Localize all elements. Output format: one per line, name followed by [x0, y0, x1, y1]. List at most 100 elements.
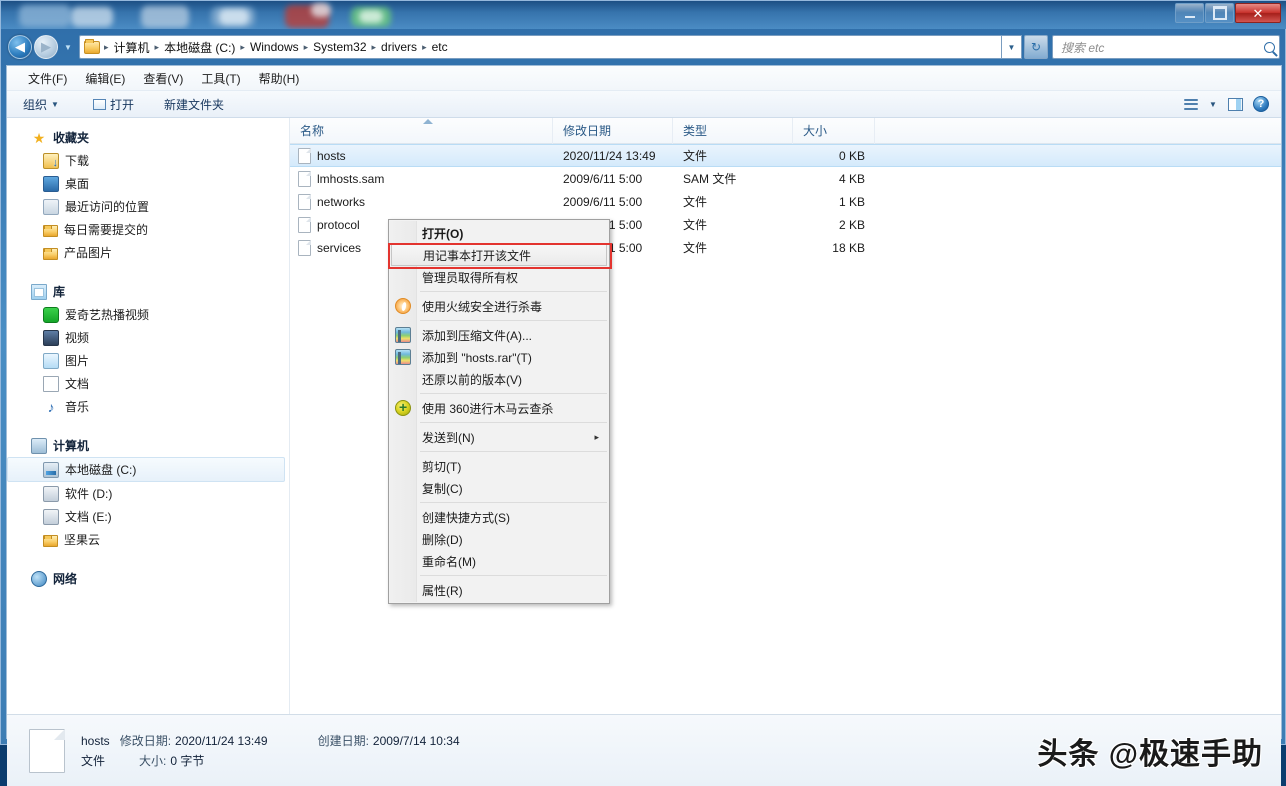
sidebar-root-libraries[interactable]: 库 — [7, 280, 289, 303]
forward-button[interactable]: ▶ — [34, 35, 58, 59]
table-row[interactable]: networks 2009/6/11 5:00 文件 1 KB — [290, 190, 1281, 213]
back-button[interactable]: ◀ — [8, 35, 32, 59]
context-menu-item-delete[interactable]: 删除(D) — [389, 528, 609, 550]
context-menu-item-cut[interactable]: 剪切(T) — [389, 455, 609, 477]
sidebar-root-label: 网络 — [53, 572, 78, 586]
column-header-name[interactable]: 名称 — [290, 117, 553, 144]
breadcrumb-item-drivers[interactable]: drivers — [377, 38, 421, 56]
file-icon — [298, 193, 311, 210]
context-menu-item-restore-previous-versions[interactable]: 还原以前的版本(V) — [389, 368, 609, 390]
file-icon — [298, 216, 311, 233]
breadcrumb-item-system32[interactable]: System32 — [309, 38, 370, 56]
recent-pages-dropdown-icon[interactable]: ▼ — [61, 37, 75, 57]
file-name: lmhosts.sam — [317, 171, 385, 186]
sidebar-root-computer[interactable]: 计算机 — [7, 434, 289, 457]
sidebar-item-desktop[interactable]: 桌面 — [7, 172, 289, 195]
context-menu-item-label: 添加到 "hosts.rar"(T) — [422, 350, 532, 365]
menu-tools[interactable]: 工具(T) — [192, 67, 249, 90]
details-pane: hosts 修改日期: 2020/11/24 13:49 创建日期: 2009/… — [7, 714, 1281, 786]
context-menu-item-copy[interactable]: 复制(C) — [389, 477, 609, 499]
file-icon — [298, 147, 311, 164]
menu-file[interactable]: 文件(F) — [19, 67, 76, 90]
context-menu-separator — [420, 575, 607, 576]
title-bar[interactable] — [1, 1, 1286, 29]
sidebar-item-iqiyi[interactable]: 爱奇艺热播视频 — [7, 303, 289, 326]
breadcrumb-item-etc[interactable]: etc — [428, 38, 452, 56]
file-modified: 2009/6/11 5:00 — [563, 194, 643, 209]
breadcrumb-item-windows[interactable]: Windows — [246, 38, 303, 56]
details-size-value: 0 字节 — [170, 754, 205, 768]
sidebar-item-recent-places[interactable]: 最近访问的位置 — [7, 195, 289, 218]
breadcrumb-item-computer[interactable]: 计算机 — [110, 37, 154, 58]
help-button[interactable]: ? — [1249, 93, 1273, 115]
context-menu-item-take-ownership[interactable]: 管理员取得所有权 — [389, 266, 609, 288]
sidebar-item-videos[interactable]: 视频 — [7, 326, 289, 349]
column-header-modified[interactable]: 修改日期 — [553, 117, 673, 144]
winrar-icon — [395, 349, 411, 365]
chevron-right-icon: ▸ — [594, 431, 599, 442]
sidebar-item-documents[interactable]: 文档 — [7, 372, 289, 395]
context-menu-item-add-to-archive[interactable]: 添加到压缩文件(A)... — [389, 324, 609, 346]
context-menu-item-create-shortcut[interactable]: 创建快捷方式(S) — [389, 506, 609, 528]
menu-view[interactable]: 查看(V) — [134, 67, 192, 90]
preview-pane-button[interactable] — [1223, 93, 1247, 115]
table-row[interactable]: hosts 2020/11/24 13:49 文件 0 KB — [290, 144, 1281, 167]
context-menu-item-360-scan[interactable]: 使用 360进行木马云查杀 — [389, 397, 609, 419]
desktop-blur-icon-3 — [141, 6, 189, 28]
sidebar-root-favorites[interactable]: ★ 收藏夹 — [7, 126, 289, 149]
view-dropdown-button[interactable]: ▼ — [1205, 93, 1221, 115]
sidebar-root-network[interactable]: 网络 — [7, 567, 289, 590]
file-type: 文件 — [683, 149, 708, 163]
sidebar-item-drive-d[interactable]: 软件 (D:) — [7, 482, 289, 505]
open-button[interactable]: 打开 — [85, 93, 142, 116]
sidebar-item-music[interactable]: ♪ 音乐 — [7, 395, 289, 418]
sidebar-item-drive-e[interactable]: 文档 (E:) — [7, 505, 289, 528]
context-menu-item-add-to-hosts-rar[interactable]: 添加到 "hosts.rar"(T) — [389, 346, 609, 368]
address-dropdown-icon[interactable]: ▼ — [1002, 35, 1022, 59]
breadcrumb[interactable]: ▸ 计算机 ▸ 本地磁盘 (C:) ▸ Windows ▸ System32 ▸… — [79, 35, 1002, 59]
context-menu-item-huorong-scan[interactable]: 使用火绒安全进行杀毒 — [389, 295, 609, 317]
maximize-button[interactable] — [1205, 3, 1234, 23]
iqiyi-icon — [43, 306, 59, 323]
sidebar-item-pictures[interactable]: 图片 — [7, 349, 289, 372]
sidebar-item-nutstore[interactable]: 坚果云 — [7, 528, 289, 551]
sidebar-item-local-disk-c[interactable]: 本地磁盘 (C:) — [7, 457, 285, 482]
file-name: protocol — [317, 217, 360, 232]
context-menu-item-label: 添加到压缩文件(A)... — [422, 328, 532, 343]
change-view-button[interactable] — [1179, 93, 1203, 115]
360-icon — [395, 399, 411, 416]
context-menu-separator — [420, 393, 607, 394]
desktop-blur-icon-2 — [71, 7, 113, 27]
search-input[interactable]: 搜索 etc — [1052, 35, 1280, 59]
new-folder-button[interactable]: 新建文件夹 — [156, 93, 232, 116]
minimize-button[interactable] — [1175, 3, 1204, 23]
sidebar-item-label: 每日需要提交的 — [64, 223, 149, 237]
client-area: 文件(F) 编辑(E) 查看(V) 工具(T) 帮助(H) 组织 ▼ 打开 新建… — [6, 65, 1282, 786]
column-header-size[interactable]: 大小 — [793, 117, 875, 144]
context-menu-item-send-to[interactable]: 发送到(N) ▸ — [389, 426, 609, 448]
close-button[interactable]: ✕ — [1235, 3, 1281, 23]
sidebar-item-product-images[interactable]: 产品图片 — [7, 241, 289, 264]
organize-button[interactable]: 组织 ▼ — [15, 93, 67, 116]
address-bar: ◀ ▶ ▼ ▸ 计算机 ▸ 本地磁盘 (C:) ▸ Windows ▸ Syst… — [2, 29, 1286, 65]
column-header-type[interactable]: 类型 — [673, 117, 793, 144]
context-menu-item-open[interactable]: 打开(O) — [389, 222, 609, 244]
open-label: 打开 — [109, 97, 134, 112]
star-icon: ★ — [32, 129, 46, 146]
refresh-button[interactable]: ↻ — [1024, 35, 1048, 59]
context-menu-item-properties[interactable]: 属性(R) — [389, 579, 609, 601]
context-menu-item-rename[interactable]: 重命名(M) — [389, 550, 609, 572]
sidebar-item-label: 产品图片 — [64, 246, 113, 260]
navigation-pane[interactable]: ★ 收藏夹 下载 桌面 最近访问的位置 — [7, 118, 290, 714]
sidebar-item-daily-submit[interactable]: 每日需要提交的 — [7, 218, 289, 241]
sidebar-item-downloads[interactable]: 下载 — [7, 149, 289, 172]
context-menu[interactable]: 打开(O) 用记事本打开该文件 管理员取得所有权 使用火绒安全进行杀毒 添加到压… — [388, 219, 610, 604]
table-row[interactable]: lmhosts.sam 2009/6/11 5:00 SAM 文件 4 KB — [290, 167, 1281, 190]
breadcrumb-item-c-drive[interactable]: 本地磁盘 (C:) — [160, 37, 239, 58]
sidebar-item-label: 文档 — [65, 377, 90, 391]
file-modified: 2020/11/24 13:49 — [563, 148, 656, 163]
downloads-icon — [43, 152, 59, 169]
menu-help[interactable]: 帮助(H) — [250, 67, 309, 90]
sidebar-item-label: 软件 (D:) — [65, 487, 113, 501]
menu-edit[interactable]: 编辑(E) — [76, 67, 134, 90]
